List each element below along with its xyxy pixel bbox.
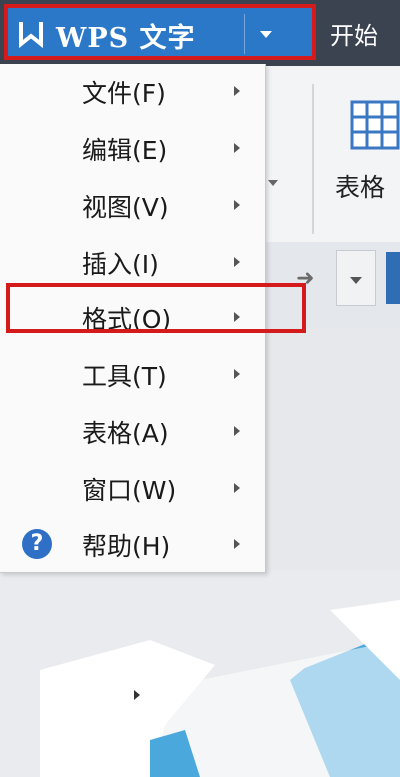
ribbon-dropdown-caret-icon[interactable]: [268, 180, 278, 186]
help-icon: ?: [22, 529, 52, 559]
chevron-right-icon: [234, 200, 240, 210]
app-button-divider: [244, 14, 245, 54]
menu-item-window[interactable]: 窗口(W): [0, 461, 265, 517]
menu-item-table[interactable]: 表格(A): [0, 404, 265, 460]
chevron-right-icon: [234, 483, 240, 493]
document-graphic: [40, 570, 400, 777]
chevron-right-icon: [234, 257, 240, 267]
tab-start[interactable]: 开始: [330, 16, 378, 51]
wps-logo-icon: [19, 22, 43, 48]
toolbar-blue-block: [386, 252, 400, 304]
menu-item-file[interactable]: 文件(F): [0, 64, 265, 120]
chevron-down-icon[interactable]: [350, 277, 362, 284]
menu-item-label: 帮助(H): [82, 532, 171, 561]
ribbon-divider: [312, 84, 314, 234]
highlight-box: [6, 283, 306, 333]
app-menu-button[interactable]: WPS 文字: [4, 4, 316, 60]
menu-item-edit[interactable]: 编辑(E): [0, 121, 265, 177]
menu-item-label: 工具(T): [82, 362, 167, 391]
chevron-right-icon: [234, 86, 240, 96]
menu-item-label: 编辑(E): [82, 136, 168, 165]
menu-item-view[interactable]: 视图(V): [0, 178, 265, 234]
chevron-right-icon: [234, 369, 240, 379]
menu-item-help[interactable]: ? 帮助(H): [0, 517, 265, 573]
table-icon[interactable]: [350, 100, 400, 150]
table-button-label[interactable]: 表格: [335, 168, 385, 204]
app-title: WPS 文字: [56, 23, 196, 54]
menu-item-label: 表格(A): [82, 419, 169, 448]
chevron-down-icon[interactable]: [260, 31, 272, 38]
chevron-right-icon: [134, 690, 140, 700]
menu-item-label: 视图(V): [82, 193, 169, 222]
chevron-right-icon: [234, 426, 240, 436]
menu-item-tools[interactable]: 工具(T): [0, 347, 265, 403]
chevron-right-icon: [234, 539, 240, 549]
menu-item-label: 插入(I): [82, 250, 159, 279]
menu-item-label: 文件(F): [82, 79, 166, 108]
chevron-right-icon: [234, 143, 240, 153]
menu-item-label: 窗口(W): [82, 476, 177, 505]
